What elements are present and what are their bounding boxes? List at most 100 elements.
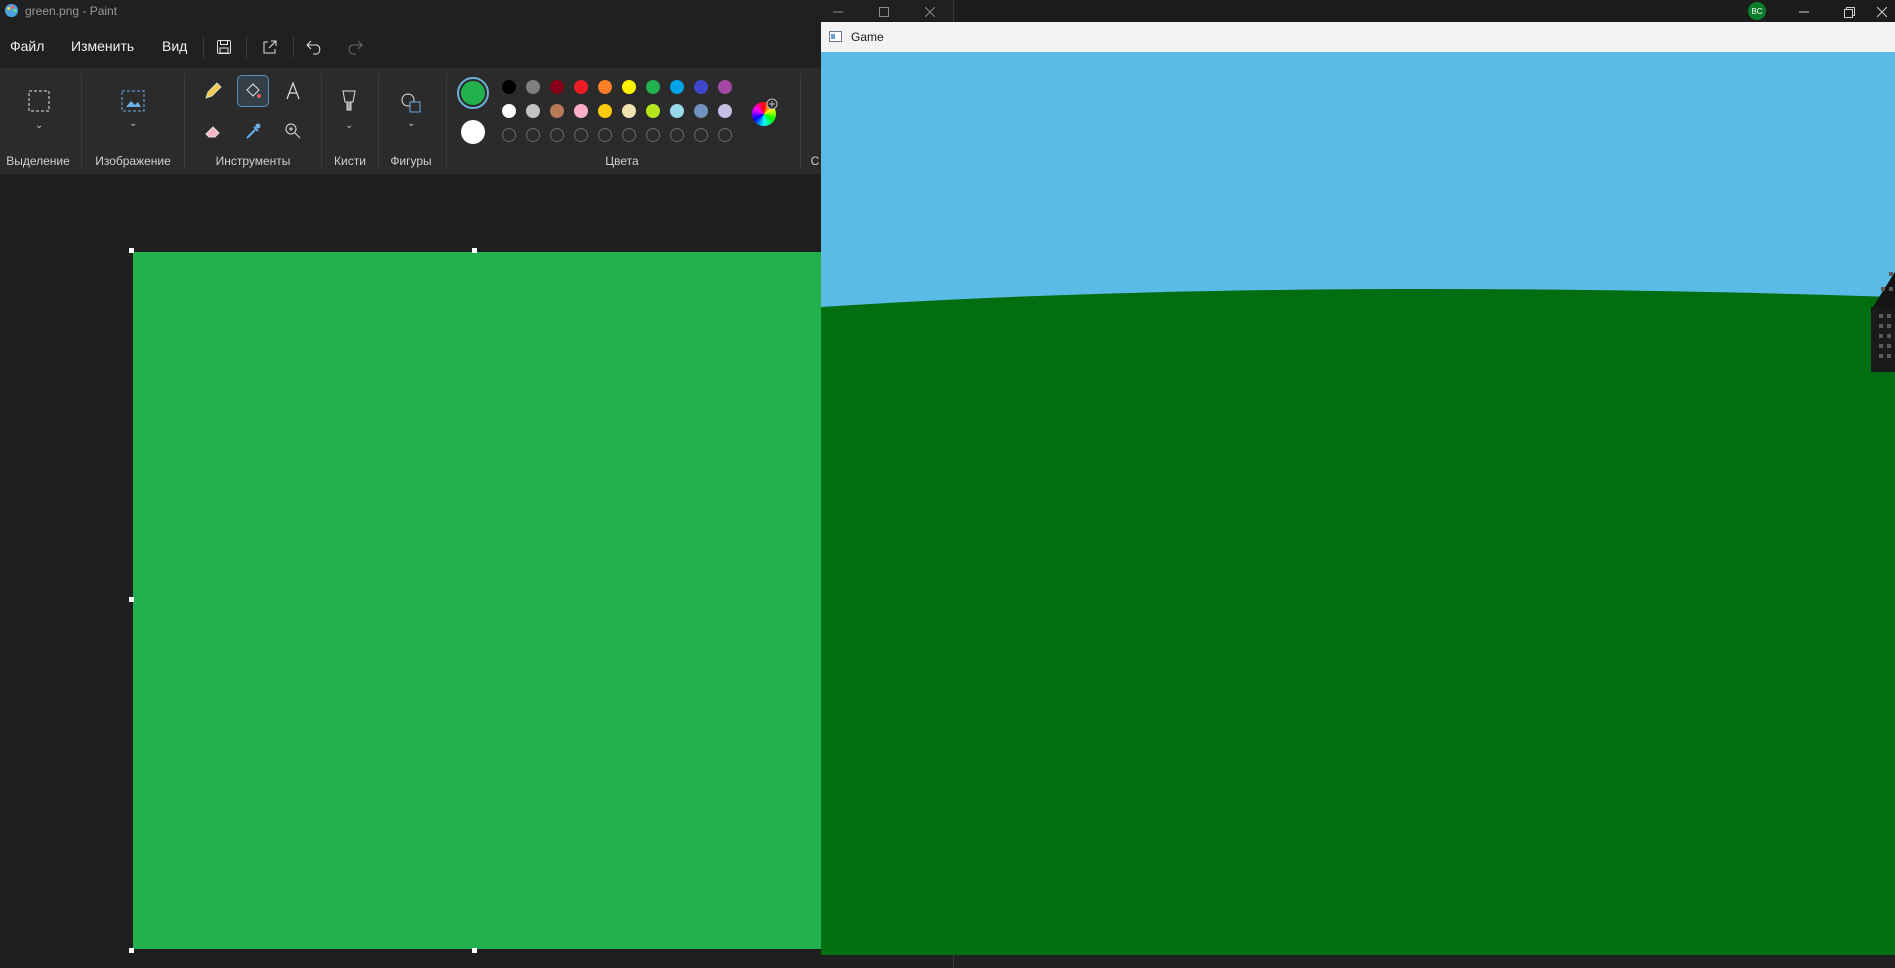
group-label-layers: С [810,154,820,168]
paint-titlebar: green.png - Paint [0,0,955,24]
group-separator [321,74,322,170]
menu-separator [293,36,294,58]
undo-icon [306,40,321,55]
magnifier-icon [285,123,301,139]
palette-swatch[interactable] [598,80,612,94]
ribbon: ⌄ Выделение ⌄ Изображение Инструменты ⌄ … [0,68,955,174]
maximize-icon [879,7,889,17]
close-icon [925,7,935,17]
menu-separator [203,36,204,58]
palette-swatch[interactable] [646,104,660,118]
resize-handle[interactable] [129,248,134,253]
custom-color-slot[interactable] [598,128,612,142]
redo-button[interactable] [341,34,367,60]
palette-swatch[interactable] [526,80,540,94]
text-tool[interactable] [278,76,308,106]
palette-swatch[interactable] [574,80,588,94]
palette-swatch[interactable] [670,80,684,94]
minimize-icon [1799,11,1809,13]
menu-edit[interactable]: Изменить [71,38,134,54]
primary-color-button[interactable] [457,77,489,109]
resize-handle[interactable] [129,948,134,953]
maximize-button[interactable] [861,0,907,24]
custom-color-slot[interactable] [694,128,708,142]
brushes-button[interactable] [334,86,364,116]
chevron-down-icon[interactable]: ⌄ [35,120,43,131]
game-app-icon [829,31,842,42]
group-label-selection: Выделение [6,154,70,168]
chevron-down-icon[interactable]: ⌄ [345,120,353,131]
palette-swatch[interactable] [718,104,732,118]
chevron-down-icon[interactable]: ⌄ [129,118,137,129]
paint-bucket-icon [246,83,261,98]
brush-icon [342,90,356,111]
background-minimize-button[interactable] [1781,0,1827,24]
palette-swatch[interactable] [622,80,636,94]
custom-color-slot[interactable] [550,128,564,142]
undo-button[interactable] [302,34,328,60]
share-button[interactable] [257,34,283,60]
minimize-button[interactable] [815,0,861,24]
background-restore-button[interactable] [1826,0,1872,24]
palette-swatch[interactable] [550,80,564,94]
group-separator [184,74,185,170]
custom-color-slot[interactable] [646,128,660,142]
avatar[interactable]: BC [1748,2,1766,20]
group-separator [378,74,379,170]
palette-swatch[interactable] [670,104,684,118]
group-label-shapes: Фигуры [390,154,432,168]
palette-swatch[interactable] [502,104,516,118]
menu-separator [246,36,247,58]
custom-color-slot[interactable] [526,128,540,142]
palette-swatch[interactable] [526,104,540,118]
group-label-tools: Инструменты [215,154,291,168]
restore-icon [1843,6,1855,18]
resize-handle[interactable] [472,948,477,953]
menu-view[interactable]: Вид [162,38,187,54]
game-viewport[interactable] [821,52,1895,955]
redo-icon [348,40,363,55]
menu-file[interactable]: Файл [10,38,44,54]
secondary-color-button[interactable] [461,120,485,144]
palette-swatch[interactable] [718,80,732,94]
color-picker-tool[interactable] [238,116,268,146]
paint-app-icon [4,3,19,18]
custom-color-slot[interactable] [622,128,636,142]
palette-swatch[interactable] [622,104,636,118]
pencil-tool[interactable] [198,76,228,106]
group-label-colors: Цвета [605,154,639,168]
background-close-button[interactable] [1868,0,1895,24]
custom-color-slot[interactable] [670,128,684,142]
palette-swatch[interactable] [502,80,516,94]
palette-swatch[interactable] [694,104,708,118]
image-button[interactable] [118,86,148,116]
selection-button[interactable] [24,86,54,116]
palette-swatch[interactable] [598,104,612,118]
palette-swatch[interactable] [646,80,660,94]
group-separator [800,74,801,170]
resize-handle[interactable] [472,248,477,253]
chevron-down-icon[interactable]: ⌄ [407,118,415,129]
custom-color-slot[interactable] [574,128,588,142]
game-window: Game [821,22,1895,955]
fill-tool[interactable] [237,75,269,107]
eyedropper-icon [246,123,261,139]
magnifier-tool[interactable] [278,116,308,146]
resize-handle[interactable] [129,597,134,602]
image-canvas[interactable] [133,252,821,949]
shapes-button[interactable] [396,88,426,118]
palette-swatch[interactable] [550,104,564,118]
custom-color-slot[interactable] [718,128,732,142]
palette-swatch[interactable] [574,104,588,118]
edit-colors-button[interactable] [752,98,778,126]
custom-color-slot[interactable] [502,128,516,142]
game-titlebar: Game [821,22,1895,52]
paint-window: green.png - Paint Файл Изменить Вид ⌄ Вы… [0,0,955,968]
close-icon [1876,7,1887,17]
save-button[interactable] [211,34,237,60]
palette-swatch[interactable] [694,80,708,94]
menu-bar: Файл Изменить Вид [0,24,955,68]
close-button[interactable] [907,0,953,24]
primary-color-swatch [461,81,485,105]
eraser-tool[interactable] [198,116,228,146]
